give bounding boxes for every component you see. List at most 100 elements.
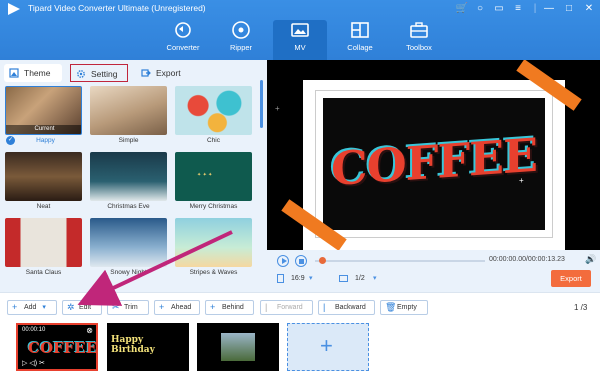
theme-label-stripes-waves: Stripes & Waves <box>189 269 238 276</box>
clip-timeline: 00:00:10 ⊗ COFFEE ▷ ◁) ✂ Happy Birthday … <box>0 318 600 387</box>
close-icon[interactable]: ✕ <box>582 2 596 16</box>
trash-icon: 🗑 <box>385 302 397 312</box>
ripper-icon <box>232 21 250 39</box>
theme-label-happy: Happy <box>36 137 55 144</box>
chevron-down-icon[interactable]: ▾ <box>373 274 377 282</box>
divider-icon: | <box>533 3 537 14</box>
clip-actions-icon[interactable]: ▷ ◁) ✂ <box>22 359 45 367</box>
stop-icon <box>299 259 304 264</box>
theme-thumbnail <box>175 86 252 135</box>
tab-export[interactable]: Export <box>136 64 194 82</box>
clip-coffee-text: COFFEE <box>28 339 98 357</box>
nav-converter-label: Converter <box>166 43 200 52</box>
gear-icon <box>77 70 85 78</box>
backward-label: Backward <box>335 304 366 311</box>
cart-icon[interactable]: 🛒 <box>455 2 469 16</box>
empty-button[interactable]: 🗑 Empty <box>380 300 428 315</box>
chevron-down-icon[interactable]: ▾ <box>309 274 313 282</box>
edit-toolbar: + Add ▾ ✲ Edit ✂ Trim + Ahead + Behind |… <box>0 292 600 318</box>
edit-icon: ✲ <box>67 302 75 312</box>
trim-label: Trim <box>124 304 138 311</box>
ahead-button[interactable]: + Ahead <box>154 300 200 315</box>
theme-panel: Theme Setting Export Current Happy ✓ Sim… <box>0 60 267 292</box>
add-label: Add <box>24 304 37 311</box>
account-icon[interactable]: ○ <box>473 2 487 16</box>
clip-landscape-image <box>221 333 255 361</box>
clip-pager: 1 /3 <box>574 303 588 312</box>
theme-thumbnail: ✦ ✦ ✦ <box>175 152 252 201</box>
forward-button[interactable]: | Forward <box>260 300 313 315</box>
theme-icon <box>9 68 19 78</box>
theme-label-merry-christmas: Merry Christmas <box>189 203 238 210</box>
volume-icon[interactable]: 🔊 <box>585 254 596 265</box>
timeline-clip-2[interactable]: Happy Birthday <box>107 323 189 371</box>
ahead-icon: + <box>159 302 165 312</box>
aspect-ratio-value[interactable]: 16:9 <box>291 275 305 282</box>
sparkle-icon: + <box>519 176 524 185</box>
empty-label: Empty <box>397 304 417 311</box>
tab-setting[interactable]: Setting <box>70 64 128 82</box>
theme-label-neat: Neat <box>36 203 51 210</box>
clip-birthday-text: Happy Birthday <box>111 335 155 355</box>
theme-thumbnail <box>90 218 167 267</box>
backward-button[interactable]: | Backward <box>318 300 375 315</box>
scissors-icon: ✂ <box>112 302 120 312</box>
tab-theme-label: Theme <box>24 68 51 78</box>
trim-button[interactable]: ✂ Trim <box>107 300 149 315</box>
theme-thumbnail <box>175 218 252 267</box>
tab-export-label: Export <box>156 68 181 78</box>
nav-ripper-label: Ripper <box>229 43 253 52</box>
backward-icon: | <box>323 302 326 312</box>
add-button[interactable]: + Add ▾ <box>7 300 57 315</box>
theme-label-snowy-night: Snowy Night <box>110 269 147 276</box>
nav-mv-label: MV <box>294 43 306 52</box>
progress-handle[interactable] <box>319 257 326 264</box>
merry-christmas-art-icon: ✦ ✦ ✦ <box>197 172 213 178</box>
toolbox-icon <box>410 22 428 38</box>
theme-label-christmas-eve: Christmas Eve <box>107 203 150 210</box>
nav-collage-label: Collage <box>347 43 373 52</box>
theme-thumbnail <box>90 152 167 201</box>
collage-icon <box>351 22 369 38</box>
tab-setting-label: Setting <box>91 69 118 79</box>
chevron-down-icon: ▾ <box>42 304 46 311</box>
theme-thumbnail <box>90 86 167 135</box>
export-button[interactable]: Export <box>551 270 591 287</box>
nav-mv[interactable]: MV <box>273 20 327 60</box>
timeline-clip-1[interactable]: 00:00:10 ⊗ COFFEE ▷ ◁) ✂ <box>16 323 98 371</box>
nav-toolbox-label: Toolbox <box>406 43 432 52</box>
chat-icon[interactable]: ▭ <box>492 2 506 16</box>
ahead-label: Ahead <box>171 304 192 311</box>
progress-bar[interactable] <box>315 260 485 262</box>
check-icon: ✓ <box>6 136 15 145</box>
nav-converter[interactable]: Converter <box>156 20 210 60</box>
behind-button[interactable]: + Behind <box>205 300 254 315</box>
tab-theme[interactable]: Theme <box>4 64 62 82</box>
title-bar: Tipard Video Converter Ultimate (Unregis… <box>0 0 600 18</box>
nav-ripper[interactable]: Ripper <box>214 20 268 60</box>
theme-label-santa-claus: Santa Claus <box>25 269 62 276</box>
menu-icon[interactable]: ≡ <box>511 2 525 16</box>
add-clip-slot[interactable]: + <box>287 323 369 371</box>
page-indicator[interactable]: 1/2 <box>355 275 365 282</box>
minimize-icon[interactable]: — <box>542 2 556 16</box>
forward-icon: | <box>265 302 268 312</box>
theme-scrollbar[interactable] <box>260 80 263 128</box>
timeline-clip-3[interactable] <box>197 323 279 371</box>
theme-thumbnail <box>5 218 82 267</box>
edit-label: Edit <box>79 304 92 311</box>
close-icon[interactable]: ⊗ <box>86 326 93 335</box>
converter-icon <box>175 22 191 38</box>
clip-duration: 00:00:10 <box>22 327 46 333</box>
edit-button[interactable]: ✲ Edit <box>62 300 102 315</box>
theme-thumbnail <box>5 152 82 201</box>
app-logo-icon <box>8 3 20 15</box>
current-badge: Current <box>6 125 81 134</box>
playback-controls: 00:00:00.00/00:00:13.23 🔊 16:9 ▾ 1/2 ▾ E… <box>267 250 600 292</box>
app-window: Tipard Video Converter Ultimate (Unregis… <box>0 0 600 387</box>
behind-icon: + <box>210 302 216 312</box>
nav-collage[interactable]: Collage <box>333 20 387 60</box>
restore-icon[interactable]: □ <box>562 2 576 16</box>
nav-toolbox[interactable]: Toolbox <box>392 20 446 60</box>
theme-label-chic: Chic <box>206 137 220 144</box>
